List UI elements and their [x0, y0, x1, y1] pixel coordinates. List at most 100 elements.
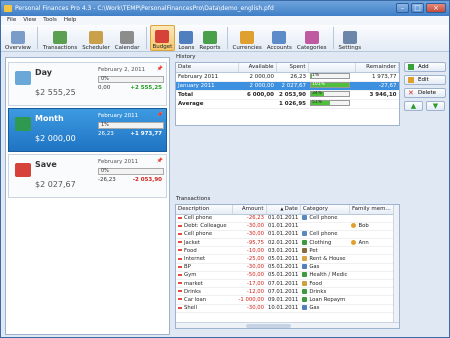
account-card-month[interactable]: Month $2 000,00 February 2011 1% 26,23 +1 973…	[8, 108, 167, 152]
tx-description-text: Cell phone	[184, 215, 213, 222]
category-icon	[302, 305, 308, 311]
tx-category-text: Drinks	[309, 288, 327, 295]
tx-description-text: Gym	[184, 272, 197, 279]
col-tx-date[interactable]: ▲ Date	[266, 205, 301, 215]
move-up-button[interactable]: ▲	[404, 101, 423, 111]
table-row[interactable]: Internet -25,00 05.01.2011 Rent & House	[176, 254, 399, 264]
col-remainder[interactable]: Remainder	[355, 63, 399, 73]
add-button[interactable]: Add	[404, 62, 446, 72]
tx-category: Pet	[300, 246, 350, 256]
tx-category	[300, 222, 350, 231]
toolbar-reports-button[interactable]: Reports	[197, 25, 222, 51]
history-row[interactable]: January 2011 2 000,00 2 027,67 101% -27,67	[176, 81, 399, 91]
scroll-thumb[interactable]	[246, 324, 291, 328]
account-card-save[interactable]: Save $2 027,67 February 2011 0% -26,23 -2 053…	[8, 154, 167, 198]
account-remainder: +2 555,25	[130, 85, 162, 91]
move-down-button[interactable]: ▼	[426, 101, 445, 111]
tx-member	[349, 230, 399, 240]
table-row[interactable]: market -17,00 07.01.2011 Food	[176, 279, 399, 289]
table-row[interactable]: Food -10,00 03.01.2011 Pet	[176, 246, 399, 256]
toolbar-overview-button[interactable]: Overview	[3, 25, 33, 51]
col-spent[interactable]: Spent	[276, 63, 309, 73]
tx-category-text: Food	[309, 280, 323, 287]
table-row[interactable]: Gym -50,00 05.01.2011 Health / Medic	[176, 271, 399, 281]
pin-icon[interactable]: 📌	[157, 158, 163, 164]
table-row[interactable]: Cell phone -30,00 01.01.2011 Cell phone	[176, 230, 399, 240]
title-bar: Personal Finances Pro 4.3 - C:\Work\TEMP…	[1, 1, 449, 16]
toolbar-accounts-button[interactable]: Accounts	[265, 25, 294, 51]
toolbar-label: Currencies	[232, 45, 262, 51]
table-row[interactable]: Car loan -1 000,00 09.01.2011 Loan Repaym	[176, 295, 399, 305]
progress-text: 101%	[312, 82, 325, 88]
toolbar-calendar-button[interactable]: Calendar	[113, 25, 142, 51]
delete-label: Delete	[418, 90, 437, 96]
plus-icon	[408, 64, 414, 70]
tx-amount: -17,00	[232, 279, 266, 289]
menu-view[interactable]: View	[23, 16, 36, 25]
delete-button[interactable]: ✕ Delete	[404, 88, 446, 98]
history-row[interactable]: Total 6 000,00 2 053,90 34% 3 946,10	[176, 90, 399, 100]
tx-date: 01.01.2011	[266, 230, 301, 240]
pin-icon[interactable]: 📌	[157, 112, 163, 118]
vertical-scrollbar[interactable]	[393, 205, 399, 328]
settings-icon	[342, 31, 357, 44]
pin-icon[interactable]: 📌	[157, 66, 163, 72]
close-button[interactable]: ×	[426, 3, 446, 13]
account-balance: $2 555,25	[35, 88, 76, 97]
history-available: 2 000,00	[238, 81, 276, 91]
tx-description-text: market	[184, 280, 203, 287]
col-date[interactable]: Date	[176, 63, 239, 73]
tx-category: Food	[300, 279, 350, 289]
category-icon	[302, 239, 308, 245]
tx-category: Gas	[300, 304, 350, 313]
edit-button[interactable]: Edit	[404, 75, 446, 85]
col-description[interactable]: Description	[176, 205, 233, 215]
toolbar-label: Reports	[199, 45, 221, 51]
tx-description-text: Car loan	[184, 296, 207, 303]
menu-bar: File View Tools Help	[1, 16, 449, 25]
history-row[interactable]: Average 1 026,95 51%	[176, 99, 399, 109]
toolbar-budget-button[interactable]: Budget	[149, 25, 176, 51]
col-available[interactable]: Available	[238, 63, 277, 73]
maximize-button[interactable]: □	[411, 3, 424, 13]
toolbar-loans-button[interactable]: Loans	[176, 25, 196, 51]
toolbar-transactions-button[interactable]: Transactions	[41, 25, 79, 51]
toolbar: Overview Transactions Scheduler Calendar Bud…	[1, 25, 449, 52]
history-progress-cell: 34%	[308, 90, 355, 100]
minimize-button[interactable]: –	[396, 3, 409, 13]
toolbar-settings-button[interactable]: Settings	[337, 25, 364, 51]
person-icon	[351, 239, 357, 245]
tx-member	[349, 271, 399, 281]
toolbar-scheduler-button[interactable]: Scheduler	[80, 25, 112, 51]
history-title: History	[176, 54, 196, 60]
expense-icon	[178, 216, 182, 219]
horizontal-scrollbar[interactable]	[176, 322, 399, 328]
tx-date: 10.01.2011	[266, 304, 301, 313]
table-row[interactable]: Debt: Colleague -30,00 01.01.2011 Bob	[176, 222, 399, 231]
menu-tools[interactable]: Tools	[43, 16, 57, 25]
toolbar-currencies-button[interactable]: Currencies	[231, 25, 264, 51]
menu-help[interactable]: Help	[64, 16, 77, 25]
table-row[interactable]: Drinks -12,00 07.01.2011 Drinks	[176, 287, 399, 297]
col-amount[interactable]: Amount	[232, 205, 267, 215]
toolbar-label: Settings	[338, 45, 362, 51]
table-row[interactable]: Jacket -95,75 02.01.2011 Clothing Ann	[176, 238, 399, 248]
tx-category: Cell phone	[300, 230, 350, 240]
table-row[interactable]: BP -30,00 05.01.2011 Gas	[176, 263, 399, 272]
expense-icon	[178, 241, 182, 244]
history-row[interactable]: February 2011 2 000,00 26,23 1% 1 973,77	[176, 72, 399, 82]
tx-description: Jacket	[176, 238, 232, 248]
tx-amount: -30,00	[232, 222, 266, 231]
account-name: Save	[35, 160, 57, 169]
col-progress[interactable]	[308, 63, 356, 73]
menu-file[interactable]: File	[7, 16, 16, 25]
table-row[interactable]: Shell -30,00 10.01.2011 Gas	[176, 304, 399, 313]
delete-icon: ✕	[408, 89, 414, 97]
col-category[interactable]: Category	[300, 205, 350, 215]
col-family-member[interactable]: Family mem...	[349, 205, 399, 215]
account-card-day[interactable]: Day $2 555,25 February 2, 2011 0% 0,00 +2 555…	[8, 62, 167, 106]
tx-member	[349, 295, 399, 305]
tx-date: 03.01.2011	[266, 246, 301, 256]
table-row[interactable]: Cell phone -26,23 01.01.2011 Cell phone	[176, 214, 399, 223]
toolbar-categories-button[interactable]: Categories	[295, 25, 329, 51]
